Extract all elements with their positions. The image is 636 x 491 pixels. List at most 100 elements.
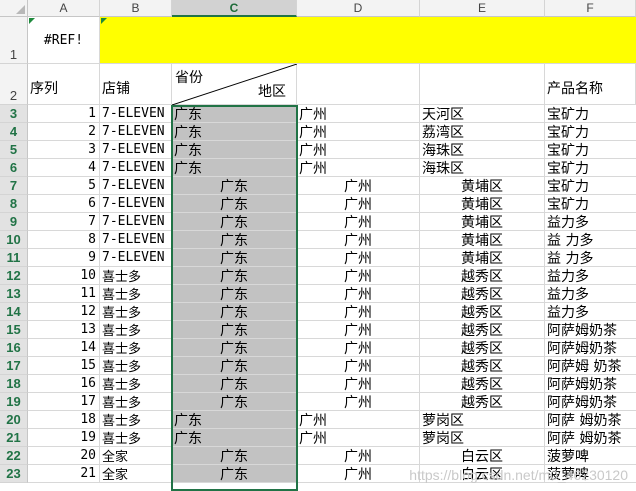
- seq-cell[interactable]: 8: [28, 231, 100, 249]
- row-header[interactable]: 11: [0, 249, 28, 267]
- district-cell[interactable]: 越秀区: [420, 267, 545, 285]
- district-cell[interactable]: 越秀区: [420, 339, 545, 357]
- row-header[interactable]: 6: [0, 159, 28, 177]
- product-cell[interactable]: 益力多: [545, 267, 636, 285]
- row-header[interactable]: 1: [0, 17, 28, 64]
- city-cell[interactable]: 广州: [297, 303, 420, 321]
- city-cell[interactable]: 广州: [297, 213, 420, 231]
- row-header[interactable]: 4: [0, 123, 28, 141]
- district-cell[interactable]: 荔湾区: [420, 123, 545, 141]
- product-cell[interactable]: 阿萨姆奶茶: [545, 339, 636, 357]
- seq-cell[interactable]: 7: [28, 213, 100, 231]
- seq-cell[interactable]: 1: [28, 105, 100, 123]
- province-cell[interactable]: 广东: [172, 249, 297, 267]
- row-header[interactable]: 12: [0, 267, 28, 285]
- row-header[interactable]: 3: [0, 105, 28, 123]
- store-cell[interactable]: 全家: [100, 447, 172, 465]
- store-cell[interactable]: 喜士多: [100, 429, 172, 447]
- store-cell[interactable]: 喜士多: [100, 267, 172, 285]
- store-cell[interactable]: 7-ELEVEN: [100, 105, 172, 123]
- district-cell[interactable]: 萝岗区: [420, 411, 545, 429]
- product-cell[interactable]: 宝矿力: [545, 195, 636, 213]
- district-cell[interactable]: 黄埔区: [420, 177, 545, 195]
- city-cell[interactable]: 广州: [297, 231, 420, 249]
- city-cell[interactable]: 广州: [297, 357, 420, 375]
- province-cell[interactable]: 广东: [172, 429, 297, 447]
- seq-cell[interactable]: 14: [28, 339, 100, 357]
- row-header[interactable]: 20: [0, 411, 28, 429]
- product-cell[interactable]: 益 力多: [545, 231, 636, 249]
- district-cell[interactable]: 越秀区: [420, 321, 545, 339]
- product-cell[interactable]: 益力多: [545, 285, 636, 303]
- province-cell[interactable]: 广东: [172, 123, 297, 141]
- province-cell[interactable]: 广东: [172, 105, 297, 123]
- city-cell[interactable]: 广州: [297, 105, 420, 123]
- province-cell[interactable]: 广东: [172, 285, 297, 303]
- city-cell[interactable]: 广州: [297, 285, 420, 303]
- store-cell[interactable]: 喜士多: [100, 393, 172, 411]
- city-cell[interactable]: 广州: [297, 177, 420, 195]
- product-cell[interactable]: 益力多: [545, 303, 636, 321]
- city-cell[interactable]: 广州: [297, 249, 420, 267]
- row-header[interactable]: 21: [0, 429, 28, 447]
- seq-cell[interactable]: 16: [28, 375, 100, 393]
- province-cell[interactable]: 广东: [172, 447, 297, 465]
- row-header[interactable]: 18: [0, 375, 28, 393]
- seq-cell[interactable]: 3: [28, 141, 100, 159]
- store-cell[interactable]: 7-ELEVEN: [100, 213, 172, 231]
- province-cell[interactable]: 广东: [172, 321, 297, 339]
- header-district[interactable]: [420, 64, 545, 105]
- district-cell[interactable]: 白云区: [420, 447, 545, 465]
- district-cell[interactable]: 萝岗区: [420, 429, 545, 447]
- row-header[interactable]: 14: [0, 303, 28, 321]
- product-cell[interactable]: 益 力多: [545, 249, 636, 267]
- column-header-e[interactable]: E: [420, 0, 545, 17]
- row-header[interactable]: 22: [0, 447, 28, 465]
- district-cell[interactable]: 越秀区: [420, 393, 545, 411]
- province-cell[interactable]: 广东: [172, 159, 297, 177]
- store-cell[interactable]: 7-ELEVEN: [100, 249, 172, 267]
- province-cell[interactable]: 广东: [172, 357, 297, 375]
- row-header[interactable]: 17: [0, 357, 28, 375]
- district-cell[interactable]: 黄埔区: [420, 195, 545, 213]
- header-city[interactable]: [297, 64, 420, 105]
- seq-cell[interactable]: 11: [28, 285, 100, 303]
- seq-cell[interactable]: 20: [28, 447, 100, 465]
- product-cell[interactable]: 宝矿力: [545, 105, 636, 123]
- city-cell[interactable]: 广州: [297, 159, 420, 177]
- store-cell[interactable]: 7-ELEVEN: [100, 159, 172, 177]
- seq-cell[interactable]: 19: [28, 429, 100, 447]
- store-cell[interactable]: 7-ELEVEN: [100, 231, 172, 249]
- store-cell[interactable]: 7-ELEVEN: [100, 123, 172, 141]
- product-cell[interactable]: 宝矿力: [545, 141, 636, 159]
- province-cell[interactable]: 广东: [172, 393, 297, 411]
- seq-cell[interactable]: 12: [28, 303, 100, 321]
- store-cell[interactable]: 喜士多: [100, 411, 172, 429]
- store-cell[interactable]: 喜士多: [100, 285, 172, 303]
- city-cell[interactable]: 广州: [297, 195, 420, 213]
- district-cell[interactable]: 黄埔区: [420, 231, 545, 249]
- product-cell[interactable]: 阿萨 姆奶茶: [545, 429, 636, 447]
- province-cell[interactable]: 广东: [172, 141, 297, 159]
- store-cell[interactable]: 7-ELEVEN: [100, 177, 172, 195]
- column-header-a[interactable]: A: [28, 0, 100, 17]
- product-cell[interactable]: 阿萨姆奶茶: [545, 393, 636, 411]
- seq-cell[interactable]: 4: [28, 159, 100, 177]
- city-cell[interactable]: 广州: [297, 411, 420, 429]
- seq-cell[interactable]: 15: [28, 357, 100, 375]
- column-header-b[interactable]: B: [100, 0, 172, 17]
- city-cell[interactable]: 广州: [297, 321, 420, 339]
- district-cell[interactable]: 越秀区: [420, 357, 545, 375]
- province-cell[interactable]: 广东: [172, 267, 297, 285]
- cell-b1-highlight[interactable]: [100, 17, 636, 64]
- district-cell[interactable]: 黄埔区: [420, 213, 545, 231]
- store-cell[interactable]: 喜士多: [100, 339, 172, 357]
- column-header-f[interactable]: F: [545, 0, 636, 17]
- province-cell[interactable]: 广东: [172, 213, 297, 231]
- district-cell[interactable]: 越秀区: [420, 303, 545, 321]
- store-cell[interactable]: 7-ELEVEN: [100, 141, 172, 159]
- header-seq[interactable]: 序列: [28, 64, 100, 105]
- row-header[interactable]: 5: [0, 141, 28, 159]
- province-cell[interactable]: 广东: [172, 411, 297, 429]
- row-header[interactable]: 15: [0, 321, 28, 339]
